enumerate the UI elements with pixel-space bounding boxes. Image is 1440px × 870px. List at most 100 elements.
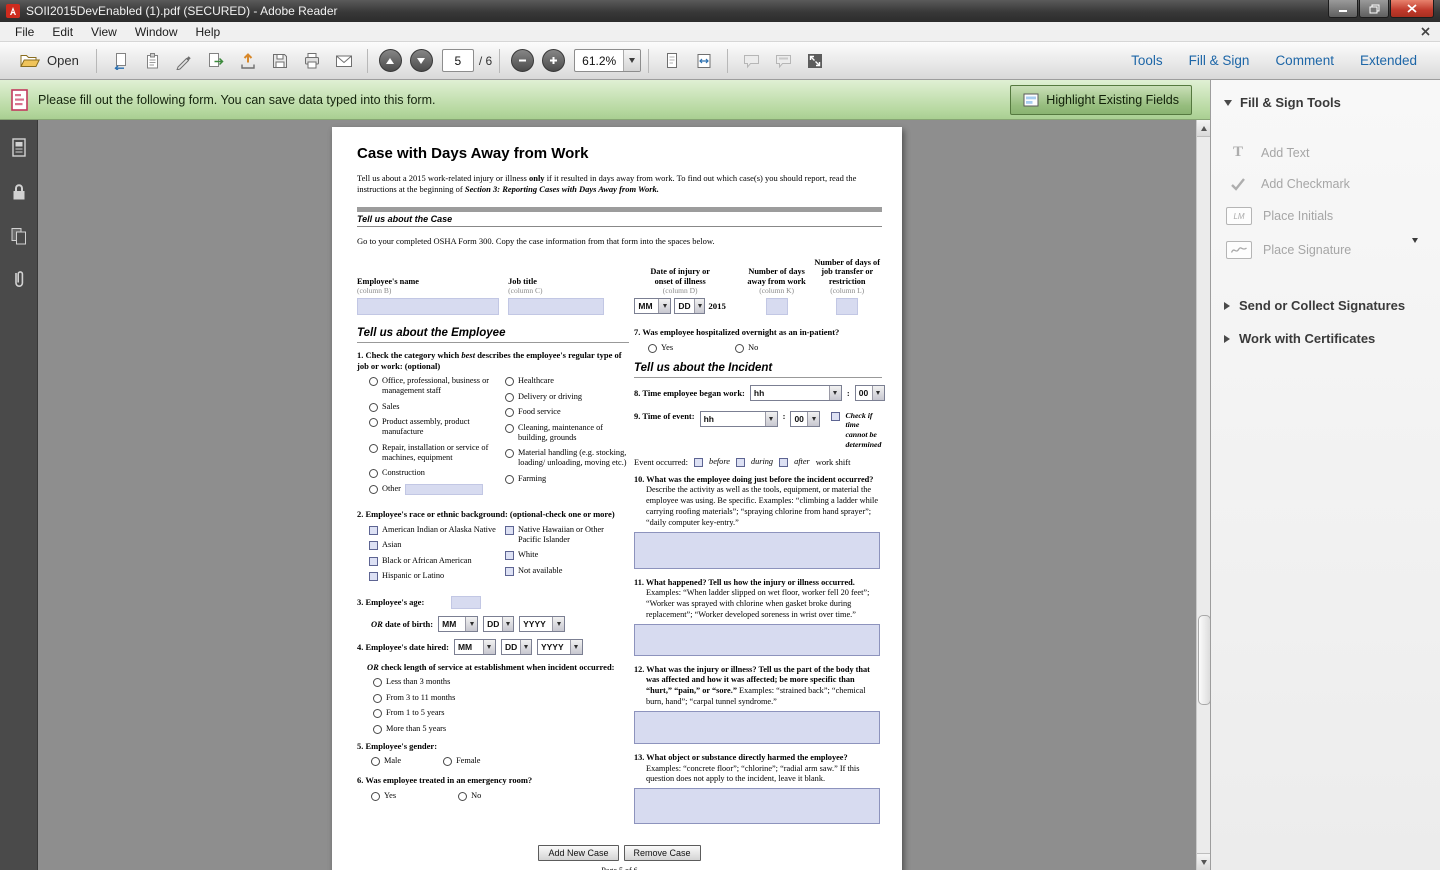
event-hour-select[interactable]: hh xyxy=(700,411,778,427)
radio-option[interactable]: More than 5 years xyxy=(373,724,629,734)
panel-header-fill-sign-tools[interactable]: Fill & Sign Tools xyxy=(1211,80,1440,120)
during-checkbox[interactable] xyxy=(736,458,745,467)
attachments-paperclip-icon[interactable] xyxy=(7,268,31,292)
menu-file[interactable]: File xyxy=(6,25,43,39)
pages-icon[interactable] xyxy=(7,224,31,248)
fullscreen-icon[interactable] xyxy=(801,48,829,74)
comment-bubble-icon[interactable] xyxy=(737,48,765,74)
began-work-minute-select[interactable]: 00 xyxy=(855,385,885,401)
zoom-dropdown-arrow-icon[interactable] xyxy=(623,50,640,71)
radio-button[interactable] xyxy=(373,678,382,687)
comment-highlight-icon[interactable] xyxy=(769,48,797,74)
clipboard-copy-icon[interactable] xyxy=(138,48,166,74)
zoom-in-button[interactable] xyxy=(542,49,565,72)
section-send-collect-signatures[interactable]: Send or Collect Signatures xyxy=(1211,289,1440,322)
security-lock-icon[interactable] xyxy=(7,180,31,204)
radio-option[interactable]: Yes xyxy=(648,343,673,353)
days-away-field[interactable] xyxy=(766,298,788,315)
scroll-up-button[interactable] xyxy=(1197,120,1211,137)
radio-button[interactable] xyxy=(373,694,382,703)
radio-option[interactable]: Product assembly, product manufacture xyxy=(369,417,499,437)
add-text-tool[interactable]: T Add Text xyxy=(1211,136,1440,169)
tab-comment[interactable]: Comment xyxy=(1262,46,1347,75)
question-10-answer-field[interactable] xyxy=(634,532,880,569)
radio-button[interactable] xyxy=(505,377,514,386)
zoom-out-button[interactable] xyxy=(511,49,534,72)
radio-option[interactable]: From 3 to 11 months xyxy=(373,693,629,703)
radio-option[interactable]: Sales xyxy=(369,402,499,412)
save-icon[interactable] xyxy=(266,48,294,74)
place-signature-tool[interactable]: Place Signature xyxy=(1211,233,1440,267)
previous-page-button[interactable] xyxy=(379,49,402,72)
checkbox-option[interactable]: Native Hawaiian or Other Pacific Islande… xyxy=(505,525,627,545)
sign-pen-icon[interactable] xyxy=(170,48,198,74)
radio-button[interactable] xyxy=(648,344,657,353)
radio-button[interactable] xyxy=(369,403,378,412)
close-button[interactable] xyxy=(1390,0,1434,18)
radio-button[interactable] xyxy=(505,475,514,484)
checkbox-option[interactable]: Asian xyxy=(369,540,499,550)
radio-option[interactable]: Male xyxy=(371,756,401,766)
after-checkbox[interactable] xyxy=(779,458,788,467)
birth-year-select[interactable]: YYYY xyxy=(519,616,565,632)
print-icon[interactable] xyxy=(298,48,326,74)
checkbox-option[interactable]: Not available xyxy=(505,566,627,576)
signature-options-arrow-icon[interactable] xyxy=(1412,243,1418,257)
menu-help[interactable]: Help xyxy=(187,25,230,39)
email-icon[interactable] xyxy=(330,48,358,74)
radio-button[interactable] xyxy=(369,485,378,494)
employee-name-field[interactable] xyxy=(357,298,499,315)
radio-button[interactable] xyxy=(505,408,514,417)
menubar-close-icon[interactable] xyxy=(1416,27,1434,36)
radio-option[interactable]: Other xyxy=(369,484,499,495)
section-work-with-certificates[interactable]: Work with Certificates xyxy=(1211,322,1440,355)
employee-age-field[interactable] xyxy=(451,596,481,609)
days-restriction-field[interactable] xyxy=(836,298,858,315)
highlight-fields-button[interactable]: Highlight Existing Fields xyxy=(1010,85,1192,115)
radio-button[interactable] xyxy=(369,418,378,427)
zoom-level-select[interactable]: 61.2% xyxy=(574,49,641,72)
job-title-field[interactable] xyxy=(508,298,604,315)
hired-month-select[interactable]: MM xyxy=(454,639,496,655)
question-13-answer-field[interactable] xyxy=(634,788,880,824)
began-work-hour-select[interactable]: hh xyxy=(750,385,842,401)
birth-day-select[interactable]: DD xyxy=(483,616,514,632)
radio-button[interactable] xyxy=(505,424,514,433)
scroll-down-button[interactable] xyxy=(1197,853,1211,870)
next-page-button[interactable] xyxy=(410,49,433,72)
add-new-case-button[interactable]: Add New Case xyxy=(538,845,618,861)
radio-option[interactable]: Less than 3 months xyxy=(373,677,629,687)
remove-case-button[interactable]: Remove Case xyxy=(624,845,701,861)
hired-day-select[interactable]: DD xyxy=(501,639,532,655)
minimize-button[interactable] xyxy=(1328,0,1358,18)
menu-window[interactable]: Window xyxy=(126,25,187,39)
radio-option[interactable]: Female xyxy=(443,756,480,766)
radio-option[interactable]: Office, professional, business or manage… xyxy=(369,376,499,396)
radio-option[interactable]: Healthcare xyxy=(505,376,627,386)
page-number-input[interactable]: 5 xyxy=(442,49,474,72)
radio-button[interactable] xyxy=(371,757,380,766)
previous-view-icon[interactable] xyxy=(106,48,134,74)
menu-view[interactable]: View xyxy=(82,25,126,39)
checkbox-option[interactable]: White xyxy=(505,550,627,560)
radio-button[interactable] xyxy=(735,344,744,353)
checkbox-option[interactable]: American Indian or Alaska Native xyxy=(369,525,499,535)
checkbox-option[interactable]: Hispanic or Latino xyxy=(369,571,499,581)
checkbox-option[interactable]: Black or African American xyxy=(369,556,499,566)
page-thumbnails-icon[interactable] xyxy=(7,136,31,160)
menu-edit[interactable]: Edit xyxy=(43,25,82,39)
radio-button[interactable] xyxy=(505,393,514,402)
radio-button[interactable] xyxy=(373,709,382,718)
other-category-field[interactable] xyxy=(405,484,483,495)
checkbox[interactable] xyxy=(369,526,378,535)
radio-button[interactable] xyxy=(458,792,467,801)
radio-option[interactable]: From 1 to 5 years xyxy=(373,708,629,718)
radio-option[interactable]: No xyxy=(458,791,481,801)
fit-width-icon[interactable] xyxy=(690,48,718,74)
radio-option[interactable]: Construction xyxy=(369,468,499,478)
checkbox[interactable] xyxy=(369,557,378,566)
question-12-answer-field[interactable] xyxy=(634,711,880,744)
tab-tools[interactable]: Tools xyxy=(1118,46,1176,75)
radio-option[interactable]: Farming xyxy=(505,474,627,484)
checkbox[interactable] xyxy=(369,572,378,581)
